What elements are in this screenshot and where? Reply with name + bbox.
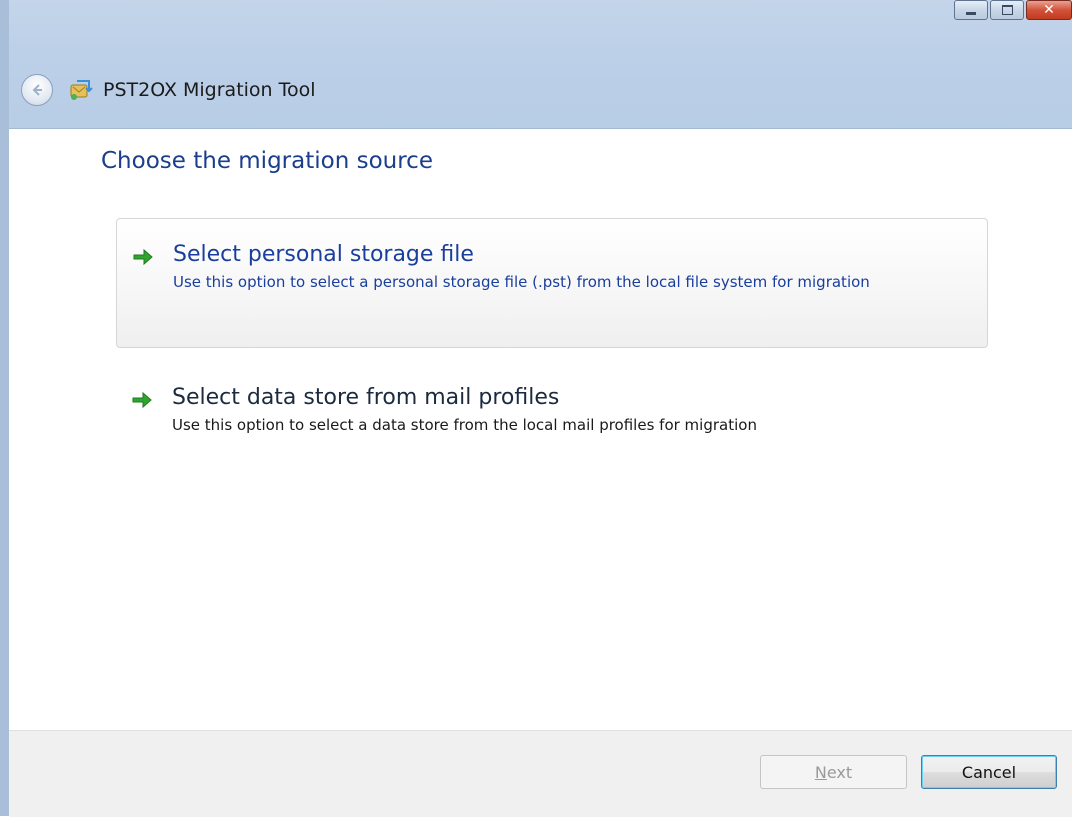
cancel-button[interactable]: Cancel <box>921 755 1057 789</box>
minimize-button[interactable] <box>954 0 988 20</box>
option-personal-storage-file[interactable]: Select personal storage file Use this op… <box>116 218 988 348</box>
option-title: Select data store from mail profiles <box>172 385 560 410</box>
back-arrow-icon <box>32 84 42 96</box>
wizard-footer: Next Cancel <box>9 730 1072 817</box>
green-arrow-icon <box>133 248 153 266</box>
option-description: Use this option to select a personal sto… <box>173 273 870 291</box>
green-arrow-icon <box>132 391 152 409</box>
back-button[interactable] <box>21 74 53 106</box>
maximize-button[interactable] <box>990 0 1024 20</box>
page-heading: Choose the migration source <box>101 148 433 174</box>
title-bar: ✕ PST2OX Migration Tool <box>9 0 1072 129</box>
option-description: Use this option to select a data store f… <box>172 416 757 434</box>
next-label: ext <box>826 762 853 782</box>
migration-tool-icon <box>70 80 93 100</box>
maximize-icon <box>1001 5 1013 15</box>
minimize-icon <box>966 11 976 15</box>
next-button[interactable]: Next <box>760 755 907 789</box>
option-title: Select personal storage file <box>173 242 474 267</box>
option-data-store-from-mail-profiles[interactable]: Select data store from mail profiles Use… <box>116 362 988 462</box>
window-title: PST2OX Migration Tool <box>103 79 316 101</box>
wizard-window: ✕ PST2OX Migration Tool Choose the migra… <box>0 0 1072 817</box>
next-mnemonic: N <box>814 762 827 782</box>
navigation-row: PST2OX Migration Tool <box>21 73 316 107</box>
close-button[interactable]: ✕ <box>1026 0 1072 20</box>
close-icon: ✕ <box>1043 2 1055 18</box>
caption-buttons: ✕ <box>952 0 1072 22</box>
